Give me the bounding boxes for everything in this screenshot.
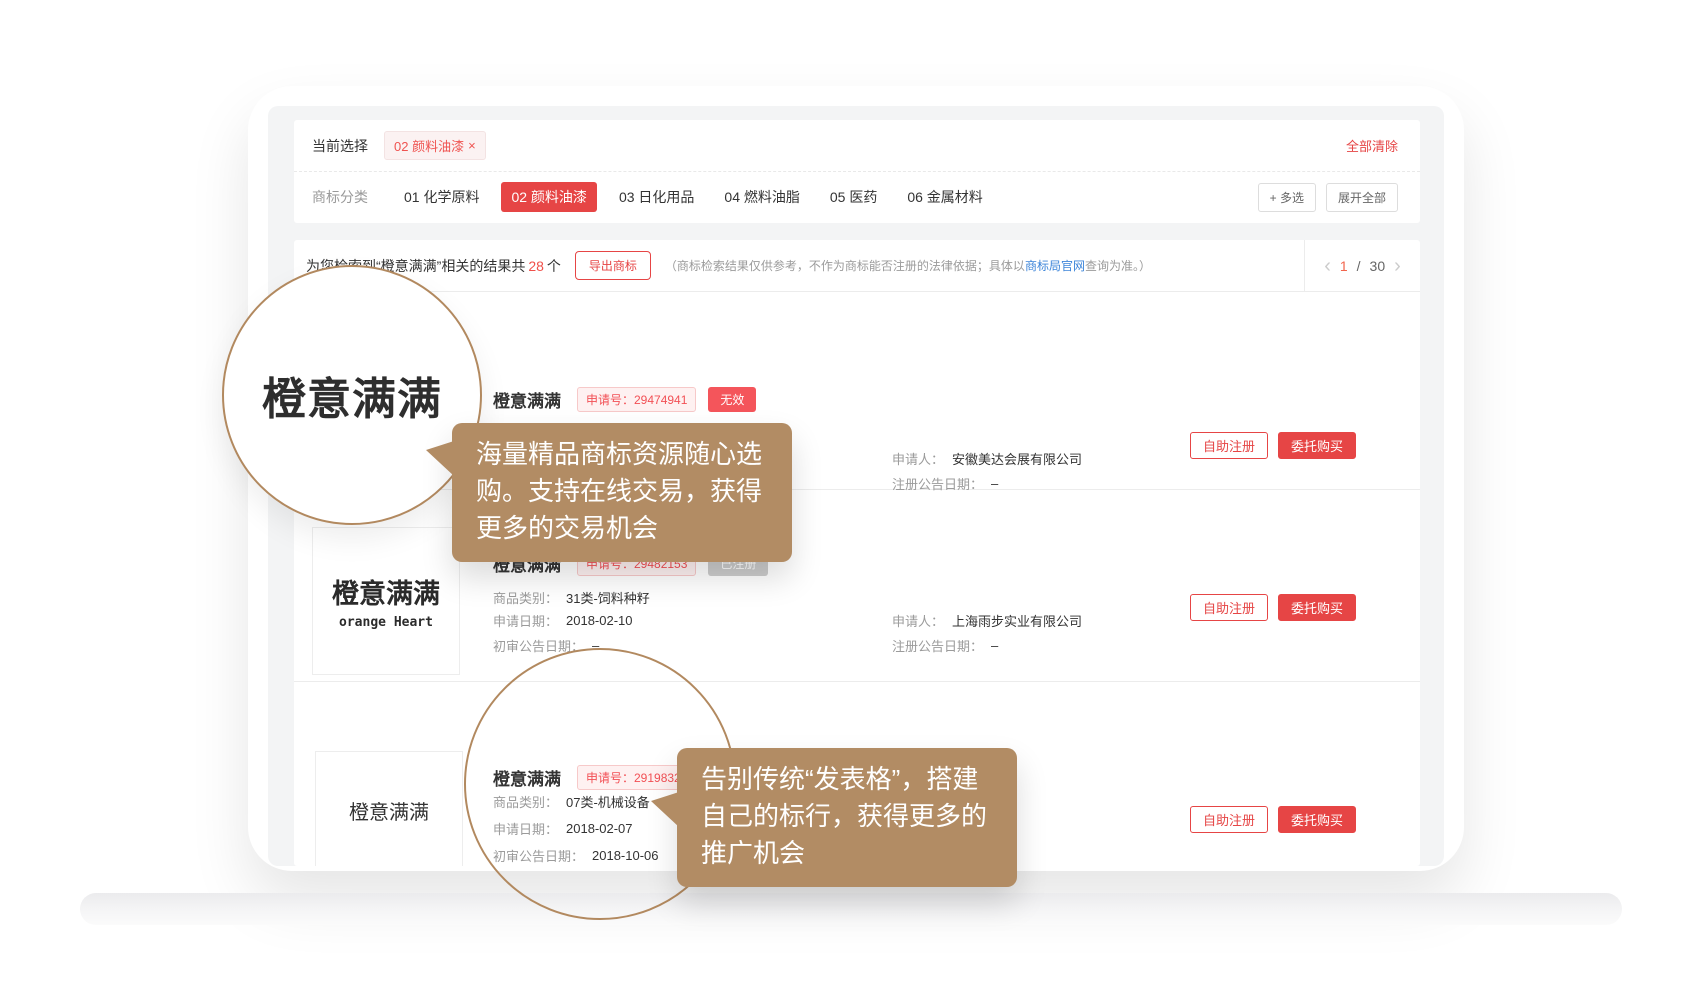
row1-title-line: 橙意满满 申请号：29474941 无效 [493,387,756,412]
self-register-button[interactable]: 自助注册 [1190,594,1268,621]
current-selection-label: 当前选择 [312,136,368,156]
magnifier-circle-trademark: 橙意满满 [222,265,482,525]
disclaimer-pre: （商标检索结果仅供参考，不作为商标能否注册的法律依据；具体以 [665,259,1025,273]
category-list: 01 化学原料 02 颜料油漆 03 日化用品 04 燃料油脂 05 医药 06… [396,182,991,212]
filter-panel: 当前选择 02 颜料油漆 × 全部清除 商标分类 01 化学原料 02 颜料油漆… [294,120,1420,223]
self-register-button[interactable]: 自助注册 [1190,432,1268,459]
disclaimer-text: （商标检索结果仅供参考，不作为商标能否注册的法律依据；具体以商标局官网查询为准。… [665,257,1151,274]
applicant-field-label: 申请人： [892,449,944,468]
tooltip-line: 海量精品商标资源随心选 [476,436,768,473]
category-field-label: 商品类别： [493,588,558,607]
row2-actions: 自助注册 委托购买 [1190,594,1356,621]
prev-page-icon[interactable]: ‹ [1324,256,1331,276]
page-separator: / [1357,258,1361,274]
category-field-value: 31类-饲料种籽 [566,588,650,607]
selected-filter-tag[interactable]: 02 颜料油漆 × [384,131,486,160]
total-pages: 30 [1370,258,1386,274]
trademark-office-link[interactable]: 商标局官网 [1025,259,1085,273]
trademark-name: 橙意满满 [493,387,561,412]
tooltip-line: 购。支持在线交易，获得 [476,473,768,510]
multi-select-button[interactable]: + 多选 [1258,183,1316,212]
category-item-06[interactable]: 06 金属材料 [899,182,990,212]
close-icon[interactable]: × [468,138,476,153]
reg-pub-field: 注册公告日期： – [892,636,998,655]
entrust-buy-button[interactable]: 委托购买 [1278,806,1356,833]
selected-filter-tag-label: 02 颜料油漆 [394,136,464,155]
trademark-image-text: 橙意满满 [332,572,440,611]
tooltip-arrow-icon [651,792,679,827]
disclaimer-post: 查询为准。） [1085,259,1151,273]
export-trademark-button[interactable]: 导出商标 [575,251,651,280]
date-field-value: 2018-02-10 [566,613,633,628]
results-summary-suffix: 个 [547,258,561,274]
applicant-field-value: 上海雨步实业有限公司 [952,611,1082,630]
category-item-03[interactable]: 03 日化用品 [611,182,702,212]
row3-actions: 自助注册 委托购买 [1190,806,1356,833]
trademark-image-subtext: orange Heart [339,615,433,630]
reg-pub-field-value: – [991,638,998,653]
category-item-02-active[interactable]: 02 颜料油漆 [501,182,596,212]
results-header: 为您检索到“橙意满满”相关的结果共28个 导出商标 （商标检索结果仅供参考，不作… [294,240,1420,292]
clear-all-button[interactable]: 全部清除 [1346,136,1398,155]
magnified-trademark-text: 橙意满满 [262,363,442,427]
row2-category-line: 商品类别： 31类-饲料种籽 [493,588,650,607]
tooltip-line: 推广机会 [701,835,993,872]
expand-all-button[interactable]: 展开全部 [1326,183,1398,212]
applicant-field: 申请人： 安徽美达会展有限公司 [892,449,1082,468]
applicant-field: 申请人： 上海雨步实业有限公司 [892,611,1082,630]
page: 当前选择 02 颜料油漆 × 全部清除 商标分类 01 化学原料 02 颜料油漆… [0,0,1696,1002]
tooltip-promotion: 告别传统“发表格”，搭建 自己的标行，获得更多的 推广机会 [677,748,1017,887]
current-selection-row: 当前选择 02 颜料油漆 × 全部清除 [294,120,1420,172]
applicant-field-label: 申请人： [892,611,944,630]
row2-date-line: 申请日期： 2018-02-10 申请人： 上海雨步实业有限公司 [493,611,633,630]
category-item-05[interactable]: 05 医药 [822,182,885,212]
category-item-01[interactable]: 01 化学原料 [396,182,487,212]
trademark-image: 橙意满满 [315,751,463,866]
reg-pub-field-label: 注册公告日期： [892,636,983,655]
entrust-buy-button[interactable]: 委托购买 [1278,594,1356,621]
entrust-buy-button[interactable]: 委托购买 [1278,432,1356,459]
tooltip-marketplace: 海量精品商标资源随心选 购。支持在线交易，获得 更多的交易机会 [452,423,792,562]
application-number-tag: 申请号：29474941 [577,387,696,412]
pagination: ‹ 1 / 30 › [1304,240,1420,292]
current-page: 1 [1340,258,1348,274]
next-page-icon[interactable]: › [1394,256,1401,276]
applicant-field-value: 安徽美达会展有限公司 [952,449,1082,468]
tooltip-arrow-icon [426,441,454,476]
date-field-label: 申请日期： [493,611,558,630]
category-label: 商标分类 [312,187,368,207]
self-register-button[interactable]: 自助注册 [1190,806,1268,833]
row1-actions: 自助注册 委托购买 [1190,432,1356,459]
tooltip-line: 告别传统“发表格”，搭建 [701,761,993,798]
results-count: 28 [525,258,547,274]
category-actions: + 多选 展开全部 [1258,183,1398,212]
trademark-image-text: 橙意满满 [349,796,429,825]
tooltip-line: 自己的标行，获得更多的 [701,798,993,835]
status-badge: 无效 [708,387,756,412]
trademark-image: 橙意满满 orange Heart [312,527,460,675]
category-item-04[interactable]: 04 燃料油脂 [716,182,807,212]
laptop-base [80,893,1622,925]
tooltip-line: 更多的交易机会 [476,510,768,547]
reg-pub-field-value: – [991,476,998,491]
category-row: 商标分类 01 化学原料 02 颜料油漆 03 日化用品 04 燃料油脂 05 … [294,172,1420,222]
